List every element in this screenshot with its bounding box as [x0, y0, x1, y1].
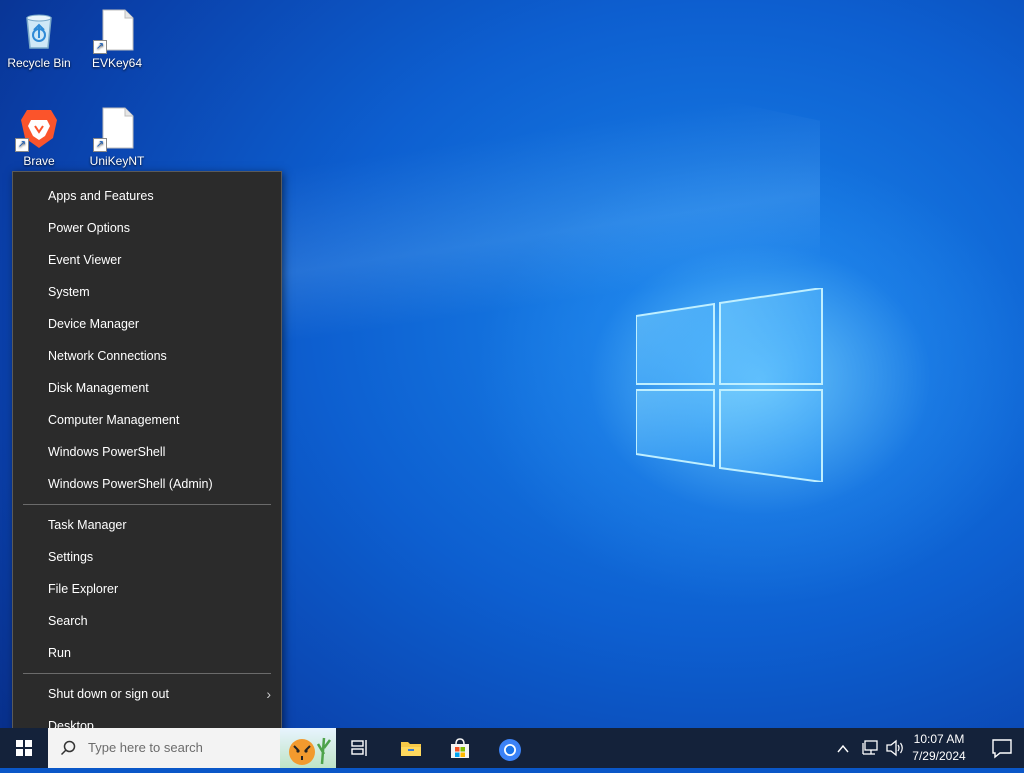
desktop-icon-label: UniKeyNT: [89, 154, 145, 168]
menu-item-event-viewer[interactable]: Event Viewer: [13, 244, 281, 276]
start-button[interactable]: [0, 728, 48, 768]
desktop-icon-evkey64[interactable]: ↗ EVKey64: [79, 8, 155, 70]
task-view-button[interactable]: [336, 728, 384, 768]
menu-item-disk-management[interactable]: Disk Management: [13, 372, 281, 404]
search-icon: [60, 740, 76, 756]
desktop-icon-label: Brave: [23, 154, 55, 168]
menu-item-windows-powershell[interactable]: Windows PowerShell: [13, 436, 281, 468]
chrome-icon: [499, 739, 521, 761]
file-explorer-icon: [401, 742, 421, 756]
file-shortcut-icon: ↗: [93, 106, 139, 152]
winx-context-menu: Apps and Features Power Options Event Vi…: [12, 171, 282, 750]
menu-item-shut-down-or-sign-out[interactable]: Shut down or sign out ›: [13, 678, 281, 710]
notification-icon: [992, 739, 1012, 759]
chevron-up-icon: [837, 744, 849, 753]
shortcut-arrow-icon: ↗: [93, 138, 107, 152]
network-icon: [862, 740, 878, 755]
menu-separator: [23, 673, 271, 674]
desktop-icon-unikeynt[interactable]: ↗ UniKeyNT: [79, 106, 155, 168]
windows-logo-wallpaper: [636, 288, 823, 482]
shortcut-arrow-icon: ↗: [93, 40, 107, 54]
menu-item-system[interactable]: System: [13, 276, 281, 308]
menu-item-search[interactable]: Search: [13, 605, 281, 637]
taskbar: Type here to search 10:07 AM 7/29/2024: [0, 728, 1024, 768]
desktop-icon-brave[interactable]: ↗ Brave: [1, 106, 77, 168]
shortcut-arrow-icon: ↗: [15, 138, 29, 152]
menu-item-task-manager[interactable]: Task Manager: [13, 509, 281, 541]
menu-item-computer-management[interactable]: Computer Management: [13, 404, 281, 436]
clock-date: 7/29/2024: [912, 749, 966, 763]
task-view-icon: [351, 740, 367, 756]
menu-item-network-connections[interactable]: Network Connections: [13, 340, 281, 372]
taskbar-chrome[interactable]: [484, 728, 532, 768]
desktop-icon-recycle-bin[interactable]: Recycle Bin: [1, 8, 77, 70]
menu-item-run[interactable]: Run: [13, 637, 281, 669]
taskbar-search-box[interactable]: Type here to search: [48, 728, 280, 768]
menu-item-file-explorer[interactable]: File Explorer: [13, 573, 281, 605]
recycle-bin-icon: [17, 8, 61, 52]
network-status-button[interactable]: [860, 728, 882, 768]
desktop-icon-label: Recycle Bin: [7, 56, 71, 70]
search-highlight-tiger-image[interactable]: [280, 728, 336, 768]
windows-start-icon: [16, 740, 32, 756]
file-shortcut-icon: ↗: [93, 8, 139, 54]
menu-item-windows-powershell-admin[interactable]: Windows PowerShell (Admin): [13, 468, 281, 500]
brave-icon: ↗: [15, 106, 61, 152]
menu-item-label: Shut down or sign out: [48, 687, 169, 701]
chevron-right-icon: ›: [266, 686, 271, 702]
menu-item-device-manager[interactable]: Device Manager: [13, 308, 281, 340]
menu-item-power-options[interactable]: Power Options: [13, 212, 281, 244]
show-hidden-icons-button[interactable]: [836, 728, 856, 768]
microsoft-store-icon: [451, 738, 469, 758]
taskbar-file-explorer[interactable]: [386, 728, 434, 768]
search-placeholder: Type here to search: [88, 740, 203, 755]
menu-item-apps-and-features[interactable]: Apps and Features: [13, 180, 281, 212]
menu-separator: [23, 504, 271, 505]
clock-time: 10:07 AM: [913, 732, 965, 746]
taskbar-microsoft-store[interactable]: [435, 728, 483, 768]
menu-item-settings[interactable]: Settings: [13, 541, 281, 573]
desktop-icon-label: EVKey64: [91, 56, 143, 70]
taskbar-clock[interactable]: 10:07 AM 7/29/2024: [900, 731, 978, 765]
action-center-button[interactable]: [980, 728, 1024, 768]
